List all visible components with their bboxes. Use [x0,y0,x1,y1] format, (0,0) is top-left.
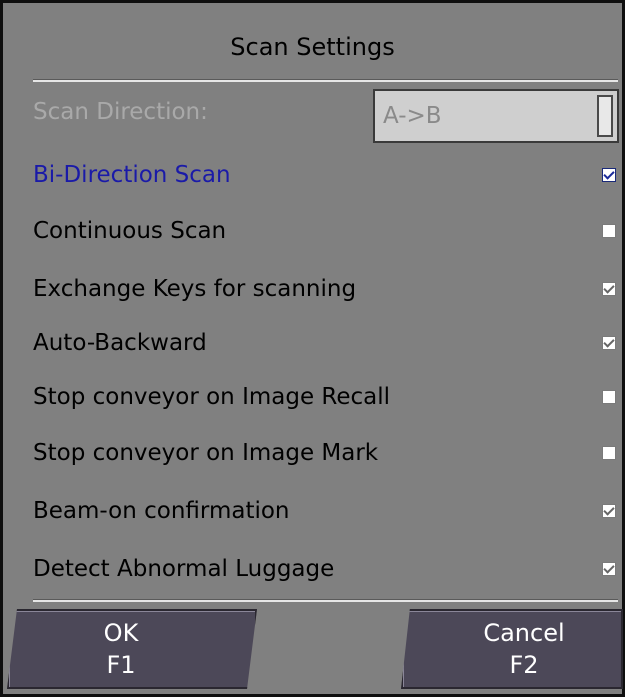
option-label: Stop conveyor on Image Recall [33,384,391,410]
buttons-divider [33,599,618,602]
scan-direction-select[interactable]: A->B [373,89,619,143]
checkbox-checked-icon[interactable] [602,168,616,182]
option-label: Continuous Scan [33,218,227,244]
scan-direction-label: Scan Direction: [33,99,208,125]
option-bi-direction-scan[interactable]: Bi-Direction Scan [33,155,618,195]
option-auto-backward[interactable]: Auto-Backward [33,323,618,363]
checkbox-unchecked-icon[interactable] [602,446,616,460]
option-label: Exchange Keys for scanning [33,276,357,302]
option-label: Bi-Direction Scan [33,162,231,188]
title-divider [33,79,618,82]
ok-shortcut: F1 [106,651,136,679]
option-label: Beam-on confirmation [33,498,290,524]
option-label: Auto-Backward [33,330,207,356]
option-stop-on-recall[interactable]: Stop conveyor on Image Recall [33,377,618,417]
ok-label: OK [103,619,139,647]
option-label: Detect Abnormal Luggage [33,556,335,582]
dropdown-handle-icon[interactable] [597,95,613,137]
checkbox-checked-icon[interactable] [602,504,616,518]
option-label: Stop conveyor on Image Mark [33,440,379,466]
ok-button[interactable]: OK F1 [7,609,257,689]
checkbox-checked-icon[interactable] [602,336,616,350]
option-stop-on-mark[interactable]: Stop conveyor on Image Mark [33,433,618,473]
cancel-shortcut: F2 [509,651,539,679]
checkbox-checked-icon[interactable] [602,562,616,576]
checkbox-unchecked-icon[interactable] [602,224,616,238]
cancel-button[interactable]: Cancel F2 [401,609,623,689]
scan-settings-dialog: Scan Settings Scan Direction: A->B Bi-Di… [0,0,625,697]
dialog-title: Scan Settings [230,33,395,61]
cancel-label: Cancel [483,619,565,647]
scan-direction-value: A->B [383,103,442,129]
option-continuous-scan[interactable]: Continuous Scan [33,211,618,251]
option-beam-on-confirmation[interactable]: Beam-on confirmation [33,491,618,531]
checkbox-checked-icon[interactable] [602,282,616,296]
option-exchange-keys[interactable]: Exchange Keys for scanning [33,269,618,309]
checkbox-unchecked-icon[interactable] [602,390,616,404]
option-detect-abnormal-luggage[interactable]: Detect Abnormal Luggage [33,549,618,589]
